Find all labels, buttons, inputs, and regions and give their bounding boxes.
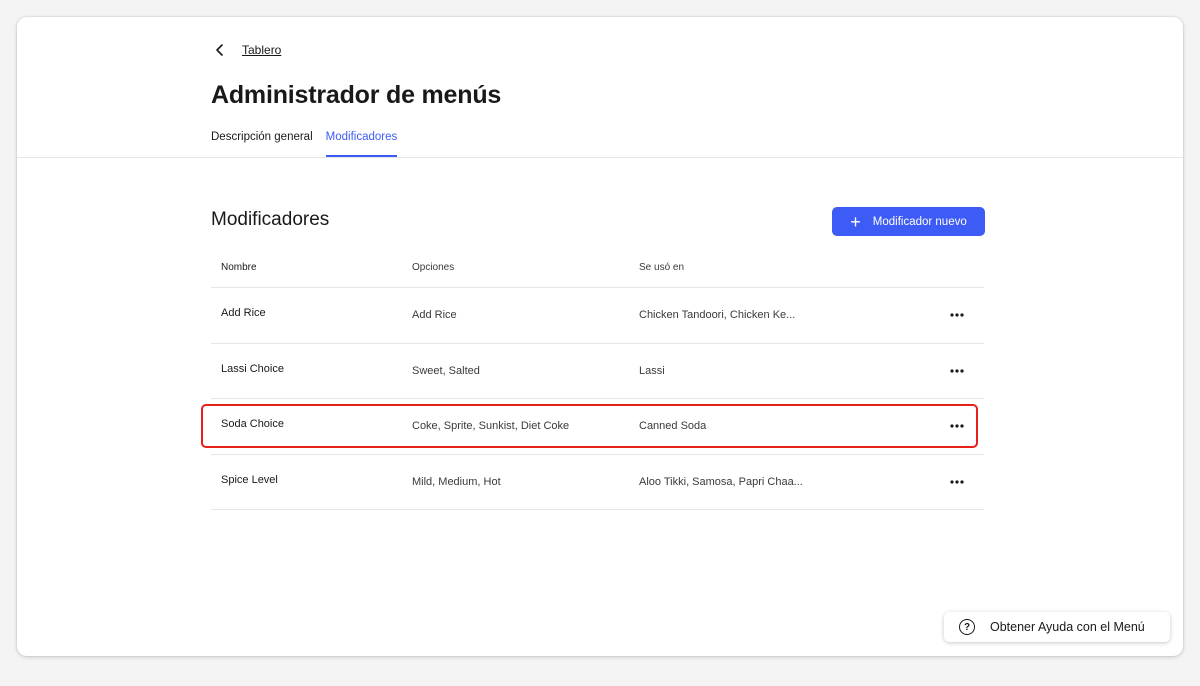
plus-icon: +	[850, 211, 861, 232]
row-used-in: Aloo Tikki, Samosa, Papri Chaa...	[639, 475, 803, 488]
page-header: Tablero Administrador de menús Descripci…	[17, 17, 1183, 158]
row-name: Add Rice	[221, 307, 266, 320]
column-header-options: Opciones	[412, 262, 455, 273]
table-row[interactable]: Spice Level Mild, Medium, Hot Aloo Tikki…	[211, 455, 984, 510]
row-name: Lassi Choice	[221, 362, 284, 375]
more-options-icon[interactable]	[949, 368, 965, 374]
table-row[interactable]: Add Rice Add Rice Chicken Tandoori, Chic…	[211, 288, 984, 344]
breadcrumb: Tablero	[213, 43, 281, 57]
column-header-used-in: Se usó en	[639, 262, 685, 273]
table-header: Nombre Opciones Se usó en	[211, 248, 984, 288]
section-title: Modificadores	[211, 209, 330, 230]
breadcrumb-back-link[interactable]: Tablero	[242, 43, 281, 57]
tab-overview[interactable]: Descripción general	[211, 131, 313, 158]
more-options-icon[interactable]	[949, 423, 965, 429]
column-header-name: Nombre	[221, 262, 257, 273]
tab-modifiers[interactable]: Modificadores	[325, 131, 397, 158]
row-options: Mild, Medium, Hot	[412, 475, 501, 488]
new-modifier-label: Modificador nuevo	[872, 215, 967, 228]
row-options: Add Rice	[412, 309, 457, 322]
modifiers-table: Nombre Opciones Se usó en Add Rice Add R…	[201, 248, 984, 510]
row-name: Spice Level	[221, 473, 278, 486]
more-options-icon[interactable]	[949, 312, 965, 318]
new-modifier-button[interactable]: + Modificador nuevo	[832, 207, 985, 236]
table-row[interactable]: Soda Choice Coke, Sprite, Sunkist, Diet …	[201, 399, 984, 455]
table-row[interactable]: Lassi Choice Sweet, Salted Lassi	[211, 344, 984, 399]
row-used-in: Canned Soda	[639, 420, 707, 433]
tab-bar: Descripción general Modificadores	[211, 131, 410, 158]
help-button[interactable]: ? Obtener Ayuda con el Menú	[944, 612, 1170, 642]
row-options: Sweet, Salted	[412, 364, 480, 377]
more-options-icon[interactable]	[949, 479, 965, 485]
row-used-in: Lassi	[639, 364, 665, 377]
help-label: Obtener Ayuda con el Menú	[990, 620, 1145, 634]
row-options: Coke, Sprite, Sunkist, Diet Coke	[412, 420, 570, 433]
help-icon: ?	[959, 619, 975, 635]
row-name: Soda Choice	[221, 418, 284, 431]
app-window: Tablero Administrador de menús Descripci…	[17, 17, 1183, 656]
page-title: Administrador de menús	[211, 81, 502, 109]
row-used-in: Chicken Tandoori, Chicken Ke...	[639, 309, 796, 322]
chevron-left-icon[interactable]	[213, 43, 227, 57]
